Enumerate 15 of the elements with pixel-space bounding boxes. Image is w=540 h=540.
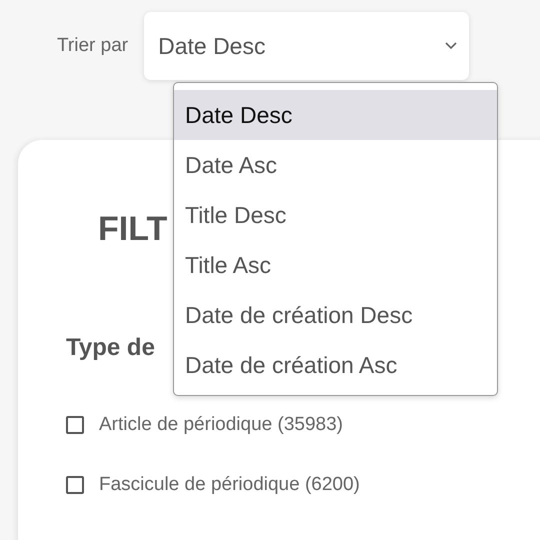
section-heading: Type de <box>66 334 155 362</box>
checkbox[interactable] <box>66 416 84 434</box>
dropdown-option[interactable]: Date Desc <box>174 90 497 140</box>
chevron-down-icon <box>445 42 458 50</box>
dropdown-option[interactable]: Title Desc <box>174 190 497 240</box>
sort-select[interactable]: Date Desc <box>144 12 470 80</box>
dropdown-option[interactable]: Title Asc <box>174 240 497 290</box>
dropdown-option[interactable]: Date de création Desc <box>174 290 497 340</box>
checkbox-label: Fascicule de périodique (6200) <box>99 474 360 496</box>
sort-label: Trier par <box>57 35 128 57</box>
filter-heading: FILT <box>98 210 168 250</box>
checkbox[interactable] <box>66 476 84 494</box>
checkbox-label: Article de périodique (35983) <box>99 414 343 436</box>
dropdown-option[interactable]: Date Asc <box>174 140 497 190</box>
dropdown-option[interactable]: Date de création Asc <box>174 340 497 390</box>
